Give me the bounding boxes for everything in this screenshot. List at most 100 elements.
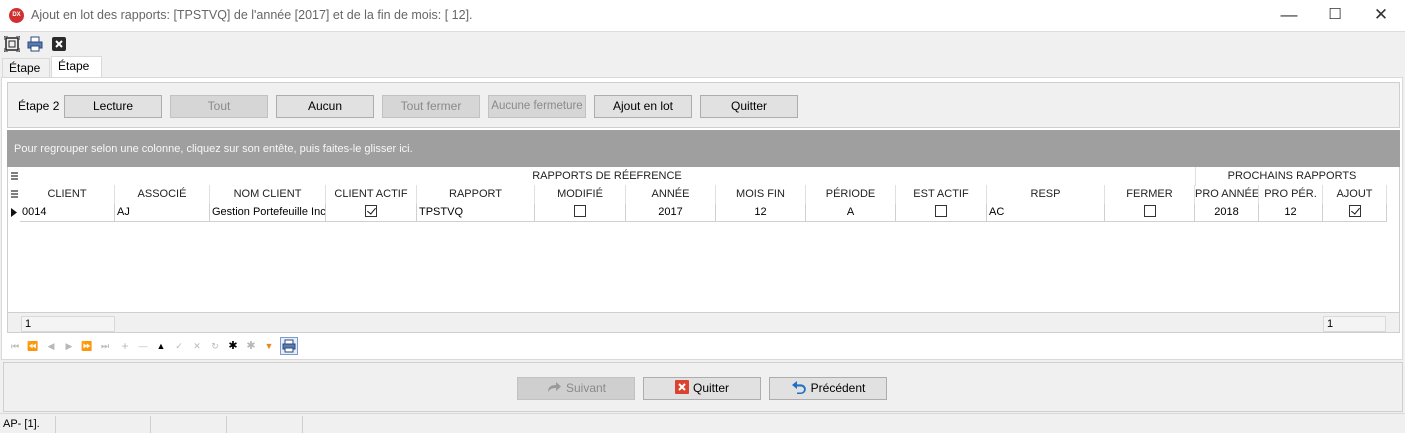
cell-ajout[interactable] [1323, 204, 1387, 222]
tout-fermer-button[interactable]: Tout fermer [382, 95, 480, 118]
column-header-row: CLIENT ASSOCIÉ NOM CLIENT CLIENT ACTIF R… [8, 185, 1401, 204]
next-page-icon[interactable]: ⏩ [79, 337, 95, 355]
tab-etape-1[interactable]: Étape 1 [2, 58, 50, 94]
band-rapports-reference[interactable]: RAPPORTS DE RÉEFRENCE [20, 167, 1194, 186]
band-header-row: RAPPORTS DE RÉEFRENCE PROCHAINS RAPPORTS [8, 167, 1401, 186]
reports-grid: RAPPORTS DE RÉEFRENCE PROCHAINS RAPPORTS… [7, 167, 1400, 320]
back-arrow-icon [791, 381, 806, 395]
cell-periode[interactable]: A [806, 204, 896, 222]
print-icon[interactable] [27, 36, 43, 52]
ajout-en-lot-button[interactable]: Ajout en lot [594, 95, 692, 118]
col-header-associe[interactable]: ASSOCIÉ [115, 185, 210, 204]
status-panel-3 [151, 416, 227, 433]
status-text: AP- [1]. [0, 416, 56, 433]
col-header-mois-fin[interactable]: MOIS FIN [716, 185, 806, 204]
lecture-button[interactable]: Lecture [64, 95, 162, 118]
first-record-icon[interactable]: ⏮ [7, 337, 23, 355]
cell-pro-per[interactable]: 12 [1259, 204, 1323, 222]
col-header-rapport[interactable]: RAPPORT [417, 185, 535, 204]
edit-icon[interactable]: ▲ [153, 337, 169, 355]
insert-icon[interactable]: + [117, 337, 133, 355]
modifie-checkbox[interactable] [574, 205, 586, 218]
close-window-button[interactable]: ✕ [1358, 0, 1404, 32]
footer-count-left: 1 [21, 316, 115, 332]
quitter-button[interactable]: Quitter [643, 377, 761, 400]
cell-modifie[interactable] [535, 204, 626, 222]
post-icon[interactable]: ✓ [171, 337, 187, 355]
fermer-checkbox[interactable] [1143, 205, 1156, 218]
quitter-label: Quitter [692, 381, 729, 395]
cell-resp[interactable]: AC [987, 204, 1105, 222]
tab-strip: Étape 1 Étape 2 [0, 56, 1405, 94]
minimize-button[interactable]: — [1266, 0, 1312, 32]
client-actif-checkbox[interactable] [365, 205, 377, 218]
col-header-resp[interactable]: RESP [987, 185, 1105, 204]
col-header-fermer[interactable]: FERMER [1105, 185, 1195, 204]
cell-mois-fin[interactable]: 12 [716, 204, 806, 222]
forward-arrow-icon [547, 382, 561, 393]
status-bar: AP- [1]. [0, 413, 1405, 433]
toolbar [0, 33, 1405, 55]
cell-annee[interactable]: 2017 [626, 204, 716, 222]
window-title: Ajout en lot des rapports: [TPSTVQ] de l… [31, 8, 473, 22]
suivant-label: Suivant [565, 381, 607, 395]
grid-footer: 1 1 [7, 312, 1400, 333]
bookmark-icon[interactable]: ✱ [225, 337, 241, 355]
footer-count-right: 1 [1323, 316, 1386, 332]
close-box-icon[interactable] [51, 36, 67, 52]
refresh-icon[interactable]: ↻ [207, 337, 223, 355]
column-customize-icon[interactable] [11, 190, 18, 199]
col-header-pro-annee[interactable]: PRO ANNÉE [1195, 185, 1259, 204]
goto-bookmark-icon[interactable]: ✱ [243, 337, 259, 355]
ajout-checkbox[interactable] [1348, 205, 1361, 218]
maximize-button[interactable]: ☐ [1312, 0, 1358, 32]
record-navigator: ⏮ ⏪ ◀ ▶ ⏩ ⏭ + — ▲ ✓ ✕ ↻ ✱ ✱ ▼ [7, 335, 407, 357]
col-header-annee[interactable]: ANNÉE [626, 185, 716, 204]
col-header-nom-client[interactable]: NOM CLIENT [210, 185, 326, 204]
app-icon: DX [9, 8, 24, 23]
main-panel: Étape 2 Lecture Tout Aucun Tout fermer A… [1, 77, 1403, 360]
col-header-client[interactable]: CLIENT [20, 185, 115, 204]
col-header-periode[interactable]: PÉRIODE [806, 185, 896, 204]
precedent-button[interactable]: Précédent [769, 377, 887, 400]
cell-client-actif[interactable] [326, 204, 417, 222]
band-prochains-rapports[interactable]: PROCHAINS RAPPORTS [1195, 167, 1388, 186]
col-header-ajout[interactable]: AJOUT [1323, 185, 1387, 204]
wizard-button-panel: Suivant Quitter Précédent [3, 362, 1403, 412]
col-header-est-actif[interactable]: EST ACTIF [896, 185, 987, 204]
aucun-button[interactable]: Aucun [276, 95, 374, 118]
cell-fermer[interactable] [1105, 204, 1195, 222]
fit-window-icon[interactable] [4, 36, 20, 52]
close-red-icon [674, 380, 689, 395]
prev-page-icon[interactable]: ⏪ [25, 337, 41, 355]
title-bar: DX Ajout en lot des rapports: [TPSTVQ] d… [0, 0, 1405, 32]
delete-icon[interactable]: — [135, 337, 151, 355]
tout-button[interactable]: Tout [170, 95, 268, 118]
grid-print-icon[interactable] [280, 337, 298, 355]
cell-rapport[interactable]: TPSTVQ [417, 204, 535, 222]
est-actif-checkbox[interactable] [935, 205, 947, 218]
next-record-icon[interactable]: ▶ [61, 337, 77, 355]
filter-icon[interactable]: ▼ [261, 337, 277, 355]
cell-nom-client[interactable]: Gestion Portefeuille Inc [210, 204, 326, 222]
quitter-step-button[interactable]: Quitter [700, 95, 798, 118]
band-customize-icon[interactable] [11, 172, 18, 181]
col-header-client-actif[interactable]: CLIENT ACTIF [326, 185, 417, 204]
group-by-panel[interactable]: Pour regrouper selon une colonne, clique… [7, 130, 1400, 167]
step-label: Étape 2 [18, 99, 60, 113]
cell-associe[interactable]: AJ [115, 204, 210, 222]
tab-etape-2[interactable]: Étape 2 [51, 56, 102, 92]
status-panel-2 [56, 416, 151, 433]
group-by-hint: Pour regrouper selon une colonne, clique… [14, 143, 413, 155]
prev-record-icon[interactable]: ◀ [43, 337, 59, 355]
cell-client[interactable]: 0014 [20, 204, 115, 222]
cell-pro-annee[interactable]: 2018 [1195, 204, 1259, 222]
cell-est-actif[interactable] [896, 204, 987, 222]
aucune-fermeture-button[interactable]: Aucune fermeture [488, 95, 586, 118]
suivant-button[interactable]: Suivant [517, 377, 635, 400]
cancel-icon[interactable]: ✕ [189, 337, 205, 355]
table-row[interactable]: 0014 AJ Gestion Portefeuille Inc TPSTVQ … [8, 204, 1401, 223]
last-record-icon[interactable]: ⏭ [97, 337, 113, 355]
col-header-pro-per[interactable]: PRO PÉR. [1259, 185, 1323, 204]
col-header-modifie[interactable]: MODIFIÉ [535, 185, 626, 204]
